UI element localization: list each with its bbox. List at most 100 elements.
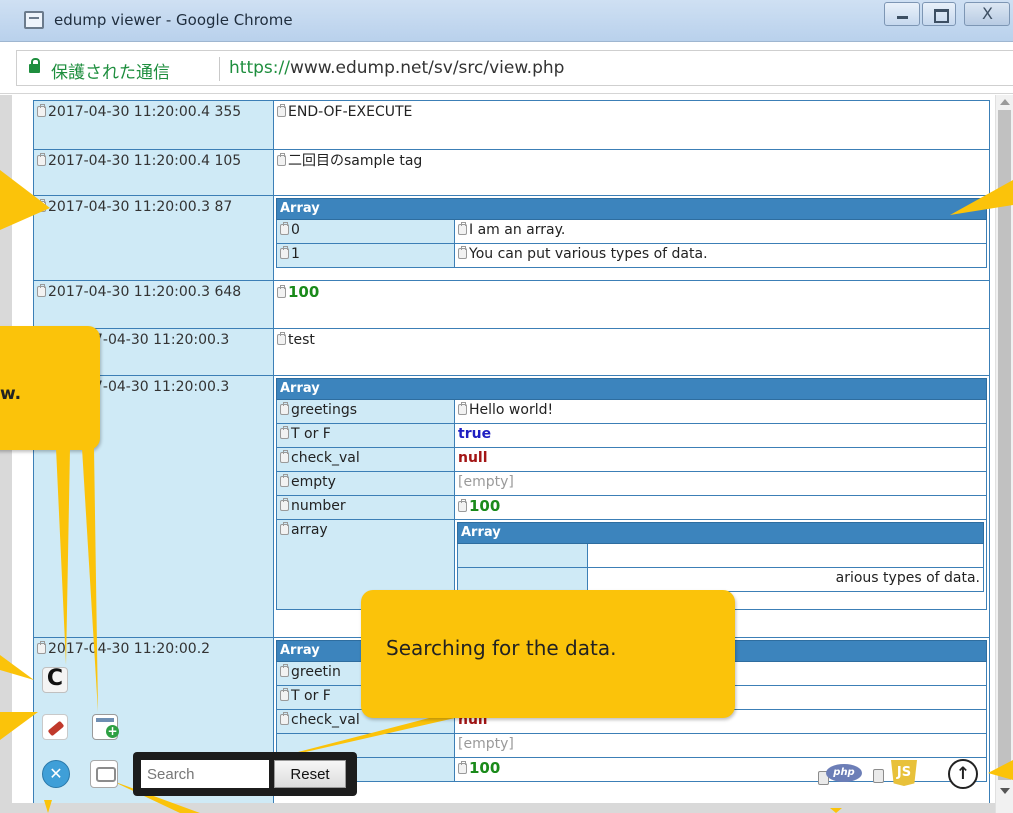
clipboard-icon[interactable] xyxy=(458,761,467,774)
maximize-button[interactable] xyxy=(922,2,956,26)
array-key: check_val xyxy=(276,447,455,472)
array-row: [empty] xyxy=(276,733,987,758)
callout-left: w. xyxy=(0,326,100,450)
log-value: 二回目のsample tag xyxy=(274,150,989,195)
clipboard-icon[interactable] xyxy=(280,450,289,463)
clipboard-icon[interactable] xyxy=(277,153,286,166)
log-row: 2017-04-30 11:20:00.3 87 Array 0 I am an… xyxy=(33,195,990,280)
log-row: 2017-04-30 11:20:00.3 648 100 xyxy=(33,280,990,328)
clipboard-icon[interactable] xyxy=(37,104,46,117)
log-value: END-OF-EXECUTE xyxy=(274,101,989,149)
array-key: T or F xyxy=(276,423,455,448)
array-table: Array 0 I am an array. 1 You can put var… xyxy=(276,198,987,268)
window-title: edump viewer - Google Chrome xyxy=(54,11,293,29)
array-key: 0 xyxy=(276,219,455,244)
eraser-button[interactable] xyxy=(42,714,68,740)
url-field[interactable]: 保護された通信 https://www.edump.net/sv/src/vie… xyxy=(16,50,1013,86)
clipboard-icon[interactable] xyxy=(280,402,289,415)
clipboard-icon[interactable] xyxy=(280,712,289,725)
php-icon[interactable]: php xyxy=(818,762,864,786)
clipboard-icon[interactable] xyxy=(280,664,289,677)
callout-left-text: w. xyxy=(0,384,22,404)
window-icon xyxy=(24,11,44,29)
vertical-scrollbar[interactable] xyxy=(995,95,1013,813)
clipboard-icon[interactable] xyxy=(458,402,467,415)
search-input[interactable] xyxy=(141,760,269,788)
search-bar: Reset xyxy=(133,752,357,796)
nested-array-value: arious types of data. xyxy=(587,567,984,592)
clipboard-icon[interactable] xyxy=(277,285,286,298)
clipboard-icon[interactable] xyxy=(280,222,289,235)
array-row: number 100 xyxy=(276,495,987,520)
settings-button[interactable]: ✕ xyxy=(42,760,70,788)
array-key: number xyxy=(276,495,455,520)
clipboard-icon[interactable] xyxy=(37,153,46,166)
clipboard-icon[interactable] xyxy=(37,641,46,654)
log-value: Array 0 I am an array. 1 You can put var… xyxy=(274,196,989,280)
comment-button[interactable] xyxy=(90,760,118,788)
bottom-frame xyxy=(0,803,995,813)
log-row: 2017-04-30 11:20:00.4 355 END-OF-EXECUTE xyxy=(33,100,990,149)
array-value: null xyxy=(454,447,987,472)
nested-array-table: Array arious types of data. xyxy=(457,522,984,592)
url-separator xyxy=(219,57,220,81)
array-row: empty [empty] xyxy=(276,471,987,496)
log-time: 2017-04-30 11:20:00.4 355 xyxy=(34,101,274,149)
lock-icon xyxy=(29,58,40,73)
clipboard-icon[interactable] xyxy=(280,498,289,511)
nested-array-value xyxy=(587,543,984,568)
array-value: [empty] xyxy=(454,733,987,758)
array-value: I am an array. xyxy=(454,219,987,244)
address-bar: 保護された通信 https://www.edump.net/sv/src/vie… xyxy=(0,42,1013,94)
close-button[interactable]: X xyxy=(964,2,1010,26)
clipboard-icon[interactable] xyxy=(37,284,46,297)
scroll-to-top-button[interactable]: ↑ xyxy=(948,759,978,789)
clipboard-icon[interactable] xyxy=(277,332,286,345)
array-row: T or F true xyxy=(276,423,987,448)
close-icon: X xyxy=(982,4,993,23)
array-header: Array xyxy=(276,198,987,220)
nested-array-header: Array xyxy=(457,522,984,544)
scroll-up-icon[interactable] xyxy=(1000,99,1010,105)
scroll-down-icon[interactable] xyxy=(1000,788,1010,794)
php-badge: php xyxy=(826,764,862,782)
clipboard-icon xyxy=(873,769,884,783)
array-key: 1 xyxy=(276,243,455,268)
js-icon[interactable]: JS xyxy=(873,760,919,786)
clipboard-icon[interactable] xyxy=(37,199,46,212)
clipboard-icon[interactable] xyxy=(280,688,289,701)
reset-button[interactable]: Reset xyxy=(274,760,346,788)
log-value: 100 xyxy=(274,281,989,328)
clipboard-icon[interactable] xyxy=(458,222,467,235)
new-window-button[interactable] xyxy=(92,714,119,740)
clipboard-icon[interactable] xyxy=(280,426,289,439)
array-value: [empty] xyxy=(454,471,987,496)
array-value: You can put various types of data. xyxy=(454,243,987,268)
secure-connection-label[interactable]: 保護された通信 xyxy=(51,58,170,83)
url-text[interactable]: https://www.edump.net/sv/src/view.php xyxy=(229,58,564,78)
array-row: 0 I am an array. xyxy=(276,219,987,244)
callout-search: Searching for the data. xyxy=(361,590,735,718)
minimize-button[interactable] xyxy=(884,2,920,26)
clipboard-icon[interactable] xyxy=(277,104,286,117)
log-row: 2017-04-30 11:20:00.4 105 二回目のsample tag xyxy=(33,149,990,195)
reload-button[interactable]: C xyxy=(42,667,68,693)
array-value: true xyxy=(454,423,987,448)
array-key: greetings xyxy=(276,399,455,424)
array-key: empty xyxy=(276,471,455,496)
scroll-thumb[interactable] xyxy=(998,110,1011,780)
left-frame xyxy=(0,95,12,813)
array-row: check_val null xyxy=(276,447,987,472)
clipboard-icon[interactable] xyxy=(280,246,289,259)
log-time: 2017-04-30 11:20:00.3 87 xyxy=(34,196,274,280)
array-value: 100 xyxy=(454,495,987,520)
nested-array-key xyxy=(457,567,588,592)
clipboard-icon[interactable] xyxy=(458,246,467,259)
log-time: 2017-04-30 11:20:00.4 105 xyxy=(34,150,274,195)
array-table: Array greetings Hello world! T or F true… xyxy=(276,378,987,610)
callout-search-text: Searching for the data. xyxy=(386,636,617,660)
clipboard-icon[interactable] xyxy=(458,499,467,512)
js-badge: JS xyxy=(891,760,917,786)
clipboard-icon[interactable] xyxy=(280,474,289,487)
clipboard-icon[interactable] xyxy=(280,522,289,535)
